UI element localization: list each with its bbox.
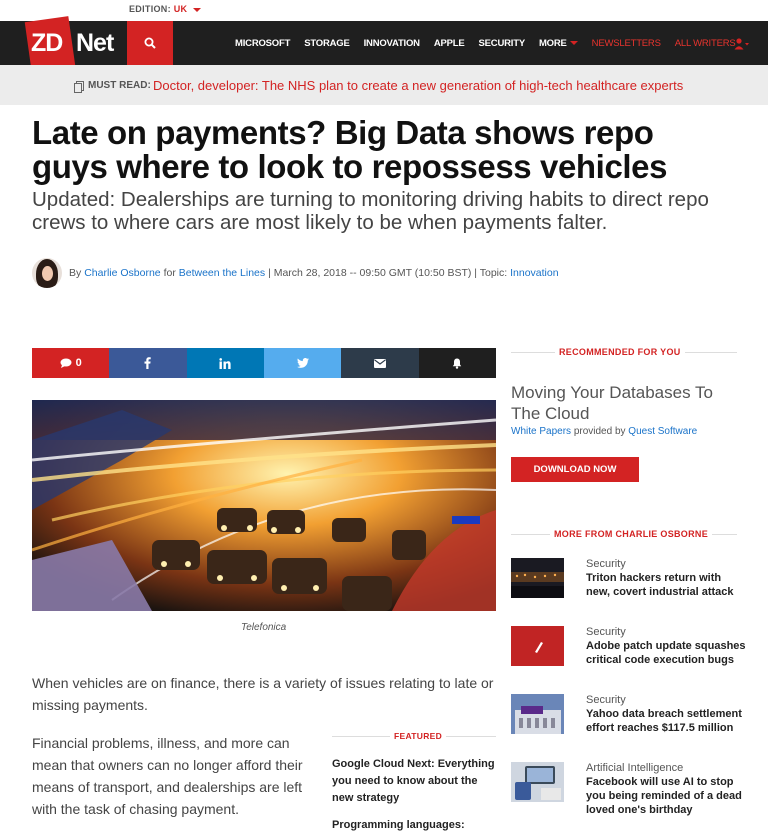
story-item[interactable]: Security Adobe patch update squashes cri…: [511, 626, 751, 686]
story-category: Security: [586, 558, 626, 570]
story-category: Security: [586, 694, 626, 706]
chevron-down-icon: [193, 7, 202, 12]
nav-item-microsoft[interactable]: MICROSOFT: [235, 38, 290, 49]
recommended-vendor[interactable]: Quest Software: [628, 426, 697, 437]
more-from-label: MORE FROM CHARLIE OSBORNE: [550, 529, 713, 539]
author-avatar[interactable]: [32, 258, 62, 288]
notification-button[interactable]: [418, 348, 496, 378]
author-link[interactable]: Charlie Osborne: [84, 267, 160, 279]
twitter-icon: [296, 358, 309, 368]
user-icon: [734, 38, 749, 50]
edition-value: UK: [173, 4, 188, 14]
edition-label: EDITION:: [129, 4, 171, 14]
facebook-share-button[interactable]: [109, 348, 187, 378]
story-title[interactable]: Triton hackers return with new, covert i…: [586, 571, 746, 599]
download-now-button[interactable]: DOWNLOAD NOW: [511, 457, 639, 482]
article-title: Late on payments? Big Data shows repo gu…: [32, 114, 668, 185]
article-paragraph-2: Financial problems, illness, and more ca…: [32, 735, 303, 817]
featured-label: FEATURED: [390, 731, 447, 741]
search-icon: [144, 37, 156, 49]
featured-item[interactable]: Programming languages:: [332, 817, 496, 834]
image-caption: Telefonica: [241, 622, 287, 633]
featured-item[interactable]: Google Cloud Next: Everything you need t…: [332, 756, 496, 807]
hero-image: [32, 400, 496, 611]
recommended-type[interactable]: White Papers: [511, 426, 571, 437]
nav-item-all-writers[interactable]: ALL WRITERS: [675, 38, 736, 49]
recommended-label: RECOMMENDED FOR YOU: [555, 347, 685, 357]
story-item[interactable]: Security Triton hackers return with new,…: [511, 558, 751, 618]
twitter-share-button[interactable]: [263, 348, 342, 378]
traffic-light-trails-photo: [32, 400, 496, 611]
recommended-provided-by: provided by: [573, 426, 626, 437]
featured-heading: FEATURED: [332, 731, 496, 746]
zdnet-logo[interactable]: ZD Net: [24, 16, 114, 72]
must-read-link[interactable]: Doctor, developer: The NHS plan to creat…: [153, 78, 683, 93]
story-category: Artificial Intelligence: [586, 762, 684, 774]
nav-item-innovation[interactable]: INNOVATION: [364, 38, 420, 49]
nav-more-label: MORE: [538, 37, 567, 49]
bell-icon: [453, 358, 462, 369]
article-subtitle: Updated: Dealerships are turning to moni…: [32, 188, 709, 234]
blog-link[interactable]: Between the Lines: [179, 267, 265, 279]
byline: By Charlie Osborne for Between the Lines…: [32, 258, 752, 290]
must-read-label: MUST READ:: [88, 80, 151, 91]
story-title[interactable]: Adobe patch update squashes critical cod…: [586, 639, 746, 667]
nav-item-apple[interactable]: APPLE: [434, 38, 465, 49]
document-icon: [74, 81, 84, 93]
article-paragraph-1: When vehicles are on finance, there is a…: [32, 675, 494, 713]
share-bar: 0: [32, 348, 496, 378]
edition-selector[interactable]: EDITION: UK: [129, 4, 202, 14]
facebook-icon: [144, 357, 152, 369]
article-date: | March 28, 2018 -- 09:50 GMT (10:50 BST…: [268, 267, 508, 279]
story-thumbnail: [511, 558, 564, 598]
email-share-button[interactable]: [341, 348, 419, 378]
main-nav: MICROSOFT STORAGE INNOVATION APPLE SECUR…: [235, 21, 750, 65]
featured-box: FEATURED Google Cloud Next: Everything y…: [332, 731, 496, 834]
user-menu[interactable]: [734, 37, 750, 55]
recommended-title[interactable]: Moving Your Databases To The Cloud: [511, 382, 737, 424]
nav-item-newsletters[interactable]: NEWSLETTERS: [592, 38, 661, 49]
nav-item-security[interactable]: SECURITY: [479, 38, 526, 49]
more-from-heading: MORE FROM CHARLIE OSBORNE: [511, 529, 737, 546]
linkedin-icon: [219, 357, 231, 369]
comment-icon: [60, 358, 72, 368]
search-button[interactable]: [127, 21, 173, 65]
byline-for: for: [163, 267, 176, 279]
comments-button[interactable]: 0: [32, 348, 110, 378]
story-title[interactable]: Yahoo data breach settlement effort reac…: [586, 707, 746, 735]
logo-zd: ZD: [31, 29, 63, 57]
recommended-heading: RECOMMENDED FOR YOU: [511, 347, 737, 364]
story-title[interactable]: Facebook will use AI to stop you being r…: [586, 775, 746, 817]
nav-item-storage[interactable]: STORAGE: [304, 38, 350, 49]
nav-item-more[interactable]: MORE: [539, 38, 578, 49]
story-thumbnail: [511, 626, 564, 666]
comment-count: 0: [75, 357, 82, 369]
story-item[interactable]: Artificial Intelligence Facebook will us…: [511, 762, 751, 822]
recommended-meta: White Papers provided by Quest Software: [511, 426, 697, 437]
byline-by: By: [69, 267, 82, 279]
story-thumbnail: [511, 694, 564, 734]
chevron-down-icon: [569, 40, 578, 45]
story-item[interactable]: Security Yahoo data breach settlement ef…: [511, 694, 751, 754]
story-category: Security: [586, 626, 626, 638]
envelope-icon: [373, 358, 386, 368]
byline-meta: By Charlie Osborne for Between the Lines…: [69, 267, 559, 279]
linkedin-share-button[interactable]: [186, 348, 264, 378]
must-read-bar: MUST READ: Doctor, developer: The NHS pl…: [0, 65, 768, 105]
story-thumbnail: [511, 762, 564, 802]
topic-link[interactable]: Innovation: [510, 267, 558, 279]
logo-net: Net: [76, 29, 114, 57]
